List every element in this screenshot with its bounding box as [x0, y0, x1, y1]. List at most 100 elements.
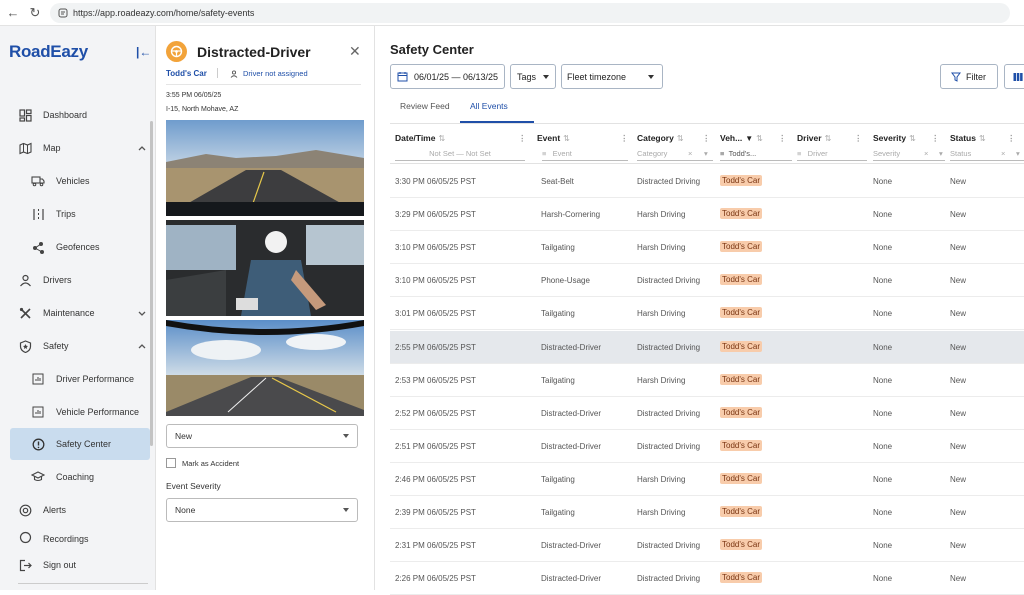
vehicle-chip[interactable]: Todd's Car [720, 307, 762, 319]
category-filter-input[interactable]: Category × ▾ [637, 149, 713, 161]
site-info-icon[interactable] [58, 8, 68, 18]
sort-icon[interactable]: ⇅ [438, 134, 445, 143]
road-camera-image[interactable] [166, 120, 364, 216]
vehicle-chip[interactable]: Todd's Car [720, 539, 762, 551]
driver-camera-image[interactable] [166, 220, 364, 316]
vehicle-chip[interactable]: Todd's Car [720, 274, 762, 286]
sidebar-item-safety[interactable]: Safety [0, 333, 156, 359]
sidebar-item-driver-performance[interactable]: Driver Performance [0, 366, 156, 392]
sidebar-item-drivers[interactable]: Drivers [0, 267, 156, 293]
column-header-category[interactable]: Category ⇅ [637, 133, 684, 143]
mark-accident-checkbox[interactable]: Mark as Accident [166, 458, 239, 468]
vehicle-chip[interactable]: Todd's Car [720, 241, 762, 253]
vehicle-chip[interactable]: Todd's Car [720, 439, 762, 451]
vehicle-chip[interactable]: Todd's Car [720, 340, 762, 352]
sidebar-item-dashboard[interactable]: Dashboard [0, 102, 156, 128]
columns-button[interactable] [1004, 64, 1024, 89]
sidebar-item-vehicles[interactable]: Vehicles [0, 168, 156, 194]
date-filter-input[interactable]: Not Set — Not Set [395, 149, 525, 161]
sidebar-item-vehicle-performance[interactable]: Vehicle Performance [0, 399, 156, 425]
sidebar-item-geofences[interactable]: Geofences [0, 234, 156, 260]
vehicle-chip[interactable]: Todd's Car [720, 175, 762, 186]
sidebar-item-coaching[interactable]: Coaching [0, 464, 156, 490]
driver-assignment[interactable]: Driver not assigned [230, 69, 308, 78]
address-bar[interactable]: https://app.roadeazy.com/home/safety-eve… [50, 3, 1010, 23]
vehicle-chip[interactable]: Todd's Car [720, 506, 762, 517]
caret-down-icon[interactable]: ▾ [939, 149, 943, 158]
column-menu-icon[interactable]: ⋮ [778, 133, 787, 144]
tags-dropdown[interactable]: Tags [510, 64, 556, 89]
table-row[interactable]: 2:26 PM 06/05/25 PST Distracted-Driver Dis… [390, 562, 1024, 595]
close-icon[interactable]: ✕ [349, 43, 361, 60]
status-select[interactable]: New [166, 424, 358, 448]
back-arrow-icon[interactable]: ← [4, 5, 22, 20]
severity-filter-input[interactable]: Severity × ▾ [873, 149, 945, 161]
reload-icon[interactable]: ↻ [26, 5, 44, 21]
sidebar-scrollbar[interactable] [150, 121, 153, 446]
column-menu-icon[interactable]: ⋮ [854, 133, 863, 144]
sidebar-item-trips[interactable]: Trips [0, 201, 156, 227]
table-row[interactable]: 2:52 PM 06/05/25 PST Distracted-Driver Dis… [390, 397, 1024, 430]
table-row[interactable]: 3:10 PM 06/05/25 PST Phone-Usage Distracte… [390, 264, 1024, 298]
vehicle-chip[interactable]: Todd's Car [720, 472, 762, 484]
column-menu-icon[interactable]: ⋮ [518, 133, 527, 144]
vehicle-chip[interactable]: Todd's Car [720, 406, 762, 418]
table-row[interactable]: 3:10 PM 06/05/25 PST Tailgating Harsh Driv… [390, 231, 1024, 265]
column-header-event[interactable]: Event ⇅ [537, 133, 570, 143]
sort-icon[interactable]: ⇅ [677, 134, 684, 143]
clear-icon[interactable]: × [1001, 149, 1005, 158]
sign-out-button[interactable]: Sign out [0, 552, 156, 578]
vehicle-link[interactable]: Todd's Car [166, 69, 207, 78]
vehicle-chip[interactable]: Todd's Car [720, 208, 762, 220]
filter-button[interactable]: Filter [940, 64, 998, 89]
sort-icon[interactable]: ⇅ [979, 134, 986, 143]
checkbox-box[interactable] [166, 458, 176, 468]
sort-icon[interactable]: ⇅ [756, 134, 763, 143]
status-filter-input[interactable]: Status × ▾ [950, 149, 1024, 161]
table-row[interactable]: 3:30 PM 06/05/25 PST Seat-Belt Distracted … [390, 165, 1024, 198]
table-row[interactable]: 2:46 PM 06/05/25 PST Tailgating Harsh Driv… [390, 463, 1024, 496]
sort-icon[interactable]: ⇅ [825, 134, 832, 143]
timezone-dropdown[interactable]: Fleet timezone [561, 64, 663, 89]
column-menu-icon[interactable]: ⋮ [1007, 133, 1016, 144]
filter-active-icon[interactable]: ▼ [745, 134, 753, 143]
table-row[interactable]: 2:51 PM 06/05/25 PST Distracted-Driver Dis… [390, 430, 1024, 463]
column-header-datetime[interactable]: Date/Time ⇅ [395, 133, 445, 143]
severity-select[interactable]: None [166, 498, 358, 522]
sort-icon[interactable]: ⇅ [563, 134, 570, 143]
column-header-driver[interactable]: Driver ⇅ [797, 133, 831, 143]
event-filter-input[interactable]: ≡ Event [542, 149, 628, 161]
rear-camera-image[interactable] [166, 320, 364, 416]
table-row[interactable]: 2:53 PM 06/05/25 PST Tailgating Harsh Driv… [390, 364, 1024, 397]
app-logo[interactable]: RoadEazy [9, 42, 88, 62]
column-menu-icon[interactable]: ⋮ [620, 133, 629, 144]
vehicle-chip[interactable]: Todd's Car [720, 572, 762, 584]
sidebar-item-maintenance[interactable]: Maintenance [0, 300, 156, 326]
column-menu-icon[interactable]: ⋮ [702, 133, 711, 144]
column-menu-icon[interactable]: ⋮ [931, 133, 940, 144]
table-row[interactable]: 2:55 PM 06/05/25 PST Distracted-Driver Dis… [390, 330, 1024, 364]
tab-all-events[interactable]: All Events [470, 101, 508, 111]
column-header-severity[interactable]: Severity ⇅ [873, 133, 916, 143]
clear-icon[interactable]: × [688, 149, 692, 158]
column-header-vehicle[interactable]: Veh... ▼ ⇅ [720, 133, 763, 143]
clear-icon[interactable]: × [924, 149, 928, 158]
sidebar-item-alerts[interactable]: Alerts [0, 497, 156, 523]
sidebar-item-safety-center[interactable]: Safety Center [10, 428, 150, 460]
caret-down-icon[interactable]: ▾ [1016, 149, 1020, 158]
vehicle-chip[interactable]: Todd's Car [720, 373, 762, 385]
date-range-picker[interactable]: 06/01/25 — 06/13/25 [390, 64, 505, 89]
driver-filter-input[interactable]: ≡ Driver [797, 149, 867, 161]
table-row[interactable]: 2:39 PM 06/05/25 PST Tailgating Harsh Driv… [390, 496, 1024, 529]
collapse-sidebar-icon[interactable]: |← [136, 45, 151, 59]
sort-icon[interactable]: ⇅ [909, 134, 916, 143]
tab-review-feed[interactable]: Review Feed [400, 101, 450, 111]
table-row[interactable]: 2:31 PM 06/05/25 PST Distracted-Driver Dis… [390, 529, 1024, 563]
caret-down-icon[interactable]: ▾ [704, 149, 708, 158]
table-row[interactable]: 3:01 PM 06/05/25 PST Tailgating Harsh Driv… [390, 297, 1024, 331]
vehicle-filter-input[interactable]: ≡ Todd's... [720, 149, 792, 161]
sidebar-item-recordings[interactable]: Recordings [0, 526, 156, 544]
table-row[interactable]: 3:29 PM 06/05/25 PST Harsh-Cornering Harsh… [390, 198, 1024, 232]
column-header-status[interactable]: Status ⇅ [950, 133, 986, 143]
sidebar-item-map[interactable]: Map [0, 135, 156, 161]
